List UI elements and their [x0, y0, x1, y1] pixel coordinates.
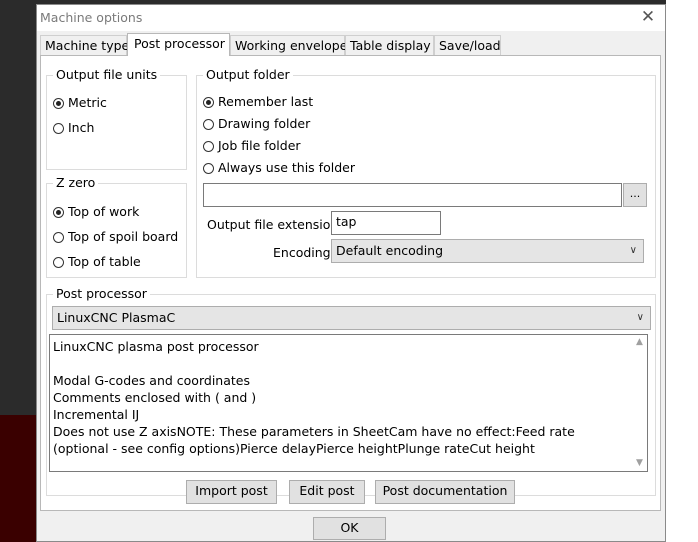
- radio-top-of-spoil-board[interactable]: Top of spoil board: [53, 229, 178, 245]
- radio-metric[interactable]: Metric: [53, 95, 107, 111]
- chevron-down-icon: ∨: [636, 312, 644, 323]
- radio-always-use-this-folder[interactable]: Always use this folder: [203, 160, 355, 176]
- radio-top-of-spoil-board-indicator[interactable]: [53, 232, 64, 243]
- output-folder-group: Output folder Remember last Drawing fold…: [196, 67, 656, 278]
- z-zero-label: Z zero: [53, 175, 99, 190]
- radio-top-of-work-label: Top of work: [68, 204, 140, 219]
- radio-inch[interactable]: Inch: [53, 120, 94, 136]
- radio-drawing-folder[interactable]: Drawing folder: [203, 116, 310, 132]
- description-line: [53, 355, 628, 372]
- post-description-textarea[interactable]: LinuxCNC plasma post processor Modal G-c…: [49, 334, 648, 472]
- scroll-down-icon[interactable]: ▼: [632, 456, 647, 471]
- description-scrollbar[interactable]: ▲ ▼: [632, 335, 647, 471]
- z-zero-group: Z zero Top of work Top of spoil board To…: [46, 175, 187, 278]
- post-description-text: LinuxCNC plasma post processor Modal G-c…: [53, 338, 628, 457]
- radio-top-of-table-label: Top of table: [68, 254, 141, 269]
- post-processor-panel: Output file units Metric Inch Z zero Top…: [40, 55, 661, 511]
- radio-drawing-folder-label: Drawing folder: [218, 116, 311, 131]
- post-processor-selected-value: LinuxCNC PlasmaC: [57, 310, 176, 325]
- encoding-select[interactable]: Default encoding ∨: [331, 239, 644, 263]
- encoding-selected-value: Default encoding: [336, 243, 444, 258]
- browse-folder-button[interactable]: ...: [623, 183, 647, 207]
- close-icon[interactable]: ✕: [639, 7, 657, 27]
- background-area: [666, 0, 698, 542]
- background-window: [0, 415, 36, 542]
- radio-remember-last[interactable]: Remember last: [203, 94, 313, 110]
- output-units-label: Output file units: [53, 67, 161, 82]
- chevron-down-icon: ∨: [629, 245, 637, 256]
- output-folder-path-input[interactable]: [203, 183, 622, 207]
- radio-top-of-work[interactable]: Top of work: [53, 204, 139, 220]
- radio-job-file-folder-label: Job file folder: [218, 138, 301, 153]
- tab-table-display[interactable]: Table display: [345, 35, 434, 55]
- machine-options-dialog: Machine options ✕ Machine type Post proc…: [36, 4, 666, 542]
- scroll-up-icon[interactable]: ▲: [632, 335, 647, 350]
- radio-always-use-this-folder-label: Always use this folder: [218, 160, 355, 175]
- radio-always-use-this-folder-indicator[interactable]: [203, 163, 214, 174]
- tab-working-envelope[interactable]: Working envelope: [230, 35, 347, 55]
- output-units-group: Output file units Metric Inch: [46, 67, 187, 170]
- window-title: Machine options: [40, 10, 143, 25]
- output-file-extension-input[interactable]: tap: [331, 211, 441, 235]
- encoding-label: Encoding: [273, 245, 331, 260]
- description-line: Modal G-codes and coordinates: [53, 373, 250, 388]
- radio-top-of-table-indicator[interactable]: [53, 257, 64, 268]
- radio-drawing-folder-indicator[interactable]: [203, 119, 214, 130]
- output-file-extension-label: Output file extension: [207, 217, 339, 232]
- description-line: Comments enclosed with ( and ): [53, 390, 257, 405]
- tab-machine-type[interactable]: Machine type: [40, 35, 129, 55]
- title-bar: Machine options ✕: [37, 5, 665, 31]
- radio-inch-indicator[interactable]: [53, 123, 64, 134]
- radio-metric-label: Metric: [68, 95, 107, 110]
- edit-post-button[interactable]: Edit post: [289, 480, 365, 504]
- post-processor-label: Post processor: [53, 286, 150, 301]
- radio-job-file-folder-indicator[interactable]: [203, 141, 214, 152]
- description-line: Does not use Z axisNOTE: These parameter…: [53, 424, 579, 456]
- post-processor-select[interactable]: LinuxCNC PlasmaC ∨: [52, 306, 651, 330]
- radio-metric-indicator[interactable]: [53, 98, 64, 109]
- tab-save-load[interactable]: Save/load: [434, 35, 501, 55]
- radio-remember-last-indicator[interactable]: [203, 97, 214, 108]
- radio-remember-last-label: Remember last: [218, 94, 314, 109]
- import-post-button[interactable]: Import post: [186, 480, 277, 504]
- description-line: LinuxCNC plasma post processor: [53, 339, 259, 354]
- radio-job-file-folder[interactable]: Job file folder: [203, 138, 301, 154]
- post-documentation-button[interactable]: Post documentation: [375, 480, 515, 504]
- description-line: Incremental IJ: [53, 407, 140, 422]
- ok-button[interactable]: OK: [313, 517, 386, 540]
- output-folder-label: Output folder: [203, 67, 293, 82]
- radio-inch-label: Inch: [68, 120, 95, 135]
- tab-post-processor[interactable]: Post processor: [127, 33, 230, 56]
- radio-top-of-work-indicator[interactable]: [53, 207, 64, 218]
- radio-top-of-spoil-board-label: Top of spoil board: [68, 229, 179, 244]
- radio-top-of-table[interactable]: Top of table: [53, 254, 141, 270]
